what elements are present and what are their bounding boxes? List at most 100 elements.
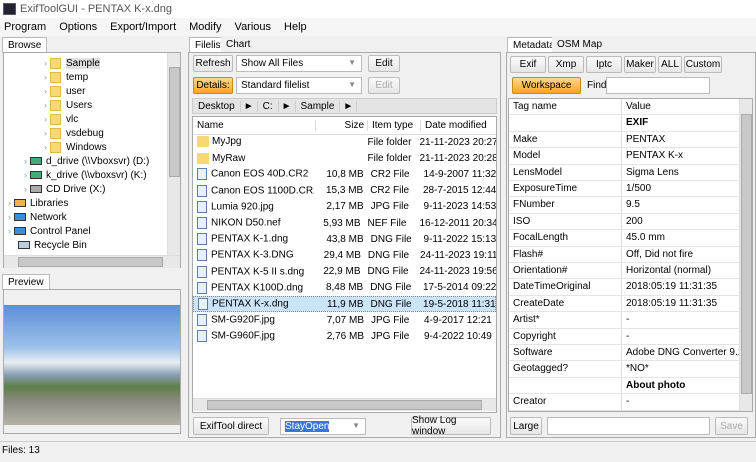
file-row[interactable]: SM-G960F.jpg 2,76 MB JPG File 9-4-2022 10:4… [193,328,496,344]
filter-exif-button[interactable]: Exif [510,56,546,73]
metadata-row[interactable]: FNumber 9.5 [509,197,739,214]
save-button[interactable]: Save [715,417,748,435]
tree-item[interactable]: › d_drive (\\Vboxsvr) (D:) [24,154,149,168]
tree-item[interactable]: › vlc [44,112,78,126]
menu-export-import[interactable]: Export/Import [110,21,176,33]
expand-chevron-icon[interactable]: › [44,128,47,138]
tab-chart[interactable]: Chart [221,37,256,53]
details-button[interactable]: Details: [193,77,233,94]
menu-modify[interactable]: Modify [189,21,221,33]
stayopen-select[interactable]: StayOpen ▼ [280,418,366,435]
breadcrumb-arrow-icon[interactable]: ► [239,100,258,112]
tree-item[interactable]: › Windows [44,140,107,154]
metadata-row[interactable]: Model PENTAX K-x [509,148,739,165]
expand-chevron-icon[interactable]: › [44,142,47,152]
metadata-edit-input[interactable] [547,417,710,435]
file-row[interactable]: PENTAX K-3.DNG 29,4 MB DNG File 24-11-2023 … [193,247,496,263]
show-log-window-button[interactable]: Show Log window [411,415,491,437]
metadata-row[interactable]: LensModel Sigma Lens [509,164,739,181]
breadcrumb-arrow-icon[interactable]: ► [339,100,358,112]
tree-item[interactable]: › Sample [44,56,100,70]
tree-item[interactable]: › Network [8,210,67,224]
expand-chevron-icon[interactable]: › [44,58,47,68]
filter-all-button[interactable]: ALL [658,56,682,73]
file-row[interactable]: MyJpg File folder 21-11-2023 20:27 [193,134,496,150]
menu-various[interactable]: Various [235,21,271,33]
tab-browse[interactable]: Browse [2,37,48,53]
file-row[interactable]: Canon EOS 1100D.CR2 15,3 MB CR2 File 28-7-2… [193,183,496,199]
expand-chevron-icon[interactable]: › [8,212,11,222]
workspace-button[interactable]: Workspace [512,77,581,94]
metadata-row[interactable]: Make PENTAX [509,131,739,149]
metadata-row[interactable]: Software Adobe DNG Converter 9.10 [509,345,739,362]
file-row[interactable]: PENTAX K100D.dng 8,48 MB DNG File 17-5-2014… [193,280,496,296]
tree-item[interactable]: › temp [44,70,88,84]
metadata-row[interactable]: EXIF [509,115,739,132]
metadata-row[interactable]: Artist* - [509,312,739,329]
refresh-button[interactable]: Refresh [193,55,233,72]
metadata-row[interactable]: ISO 200 [509,213,739,231]
tree-item[interactable]: › CD Drive (X:) [24,182,105,196]
tree-item[interactable]: › Libraries [8,196,68,210]
menu-help[interactable]: Help [284,21,307,33]
filter-custom-button[interactable]: Custom [684,56,722,73]
tab-preview[interactable]: Preview [2,274,50,290]
tree-item[interactable]: › vsdebug [44,126,104,140]
filter-xmp-button[interactable]: Xmp [548,56,584,73]
metadata-row[interactable]: Type±- [509,410,739,411]
metadata-row[interactable]: CreateDate 2018:05:19 11:31:35 [509,295,739,313]
expand-chevron-icon[interactable]: › [24,170,27,180]
column-item-type[interactable]: Item type [367,120,420,131]
tab-osm-map[interactable]: OSM Map [552,37,608,53]
file-row[interactable]: NIKON D50.nef 5,93 MB NEF File 16-12-2011 2… [193,215,496,231]
column-date-modified[interactable]: Date modified [420,120,496,131]
file-filter-select[interactable]: Show All Files ▼ [236,55,362,72]
column-name[interactable]: Name [193,120,315,131]
large-button[interactable]: Large [510,417,542,435]
column-size[interactable]: Size [315,120,367,131]
expand-chevron-icon[interactable]: › [44,86,47,96]
breadcrumb-arrow-icon[interactable]: ► [277,100,296,112]
metadata-vertical-scrollbar[interactable] [739,99,752,411]
expand-chevron-icon[interactable]: › [24,156,27,166]
expand-chevron-icon[interactable]: › [44,100,47,110]
file-row[interactable]: Canon EOS 40D.CR2 10,8 MB CR2 File 14-9-200… [193,166,496,182]
tree-item[interactable]: › Users [44,98,92,112]
edit-filter-button[interactable]: Edit [368,55,400,72]
metadata-row[interactable]: FocalLength 45.0 mm [509,230,739,247]
metadata-row[interactable]: Creator - [509,394,739,411]
metadata-row[interactable]: Orientation# Horizontal (normal) [509,263,739,280]
metadata-row[interactable]: DateTimeOriginal 2018:05:19 11:31:35 [509,279,739,296]
tree-item[interactable]: › Control Panel [8,224,91,238]
exiftool-direct-button[interactable]: ExifTool direct [193,417,269,435]
breadcrumb-c[interactable]: C: [258,101,278,112]
file-row[interactable]: PENTAX K-5 II s.dng 22,9 MB DNG File 24-11-… [193,264,496,280]
metadata-row[interactable]: About photo [509,377,739,395]
file-row[interactable]: PENTAX K-1.dng 43,8 MB DNG File 9-11-2022 1… [193,231,496,247]
menu-program[interactable]: Program [4,21,46,33]
scroll-thumb[interactable] [207,400,482,410]
metadata-row[interactable]: ExposureTime 1/500 [509,181,739,198]
expand-chevron-icon[interactable]: › [8,226,11,236]
filelist-horizontal-scrollbar[interactable] [193,398,496,411]
expand-chevron-icon[interactable]: › [44,72,47,82]
filter-maker-button[interactable]: Maker [624,56,656,73]
file-row[interactable]: MyRaw File folder 21-11-2023 20:28 [193,150,496,166]
tree-item[interactable]: › user [44,84,85,98]
column-tag-name[interactable]: Tag name [509,99,622,115]
tree-horizontal-scrollbar[interactable] [4,255,180,268]
edit-details-button[interactable]: Edit [368,77,400,94]
breadcrumb-sample[interactable]: Sample [296,101,340,112]
tree-item[interactable]: Recycle Bin [8,238,87,252]
metadata-row[interactable]: Geotagged? *NO* [509,361,739,378]
scroll-thumb[interactable] [18,257,163,267]
menu-options[interactable]: Options [59,21,97,33]
column-value[interactable]: Value [622,99,739,114]
metadata-row[interactable]: Copyright - [509,328,739,345]
find-input[interactable] [606,77,710,94]
breadcrumb-desktop[interactable]: Desktop [193,101,240,112]
tree-vertical-scrollbar[interactable] [167,53,180,255]
file-row[interactable]: Lumia 920.jpg 2,17 MB JPG File 9-11-2023 14… [193,199,496,215]
filter-iptc-button[interactable]: Iptc [586,56,622,73]
expand-chevron-icon[interactable]: › [24,184,27,194]
